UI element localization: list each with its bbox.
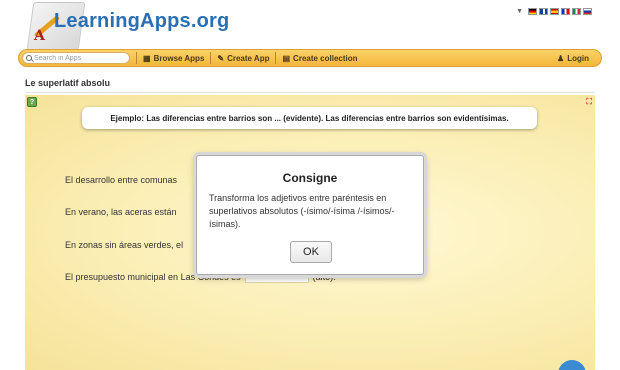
instruction-dialog: Consigne Transforma los adjetivos entre … [196,155,424,275]
title-divider [25,92,595,93]
example-box: Ejemplo: Las diferencias entre barrios s… [82,107,537,129]
language-selector[interactable]: ▼ [516,8,592,15]
dialog-body: Transforma los adjetivos entre paréntesi… [209,193,395,229]
dialog-title: Consigne [282,171,338,185]
create-collection-link[interactable]: ▤ Create collection [282,54,357,63]
flag-ru-icon[interactable] [583,8,592,15]
nav-divider [210,52,212,64]
nav-bar: ▦ Browse Apps ✎ Create App ▤ Create coll… [18,49,602,67]
search-input[interactable] [34,54,124,62]
fullscreen-icon[interactable]: ⛶ [586,97,592,107]
flag-gb-icon[interactable] [539,8,548,15]
pencil-icon: ✎ [217,53,225,63]
nav-divider [136,52,137,64]
collection-icon: ▤ [282,53,291,63]
sentence-text: En verano, las aceras están [65,207,177,217]
sentence-row: El desarrollo entre comunas [65,175,177,185]
flag-it-icon[interactable] [572,8,581,15]
create-app-label: Create App [227,53,270,63]
nav-divider [275,52,277,64]
browse-apps-link[interactable]: ▦ Browse Apps [143,54,204,63]
search-icon [26,55,32,61]
help-icon[interactable]: ? [27,97,37,107]
ok-button[interactable]: OK [290,241,332,263]
create-app-link[interactable]: ✎ Create App [217,54,269,63]
sentence-text: El desarrollo entre comunas [65,175,178,185]
page-title: Le superlatif absolu [25,78,111,88]
browse-apps-label: Browse Apps [153,53,205,63]
sentence-text: En zonas sin áreas verdes, el [65,240,184,250]
logo-letter: A [34,28,45,44]
sentence-row: En verano, las aceras están [65,207,177,217]
chevron-down-icon[interactable]: ▼ [516,8,523,15]
login-link[interactable]: ♟ Login [557,54,589,63]
logo-text: LearningApps.org [54,10,230,32]
grid-icon: ▦ [143,53,151,63]
user-icon: ♟ [557,53,565,63]
logo[interactable]: A LearningApps.org [20,0,229,50]
search-box[interactable] [22,52,130,64]
sentence-row: En zonas sin áreas verdes, el [65,240,183,250]
create-collection-label: Create collection [293,53,358,63]
flag-de-icon[interactable] [528,8,537,15]
flag-fr-icon[interactable] [561,8,570,15]
login-label: Login [567,53,589,63]
page: A LearningApps.org ▼ ▦ Browse Apps ✎ Cre… [0,0,620,370]
flag-es-icon[interactable] [550,8,559,15]
